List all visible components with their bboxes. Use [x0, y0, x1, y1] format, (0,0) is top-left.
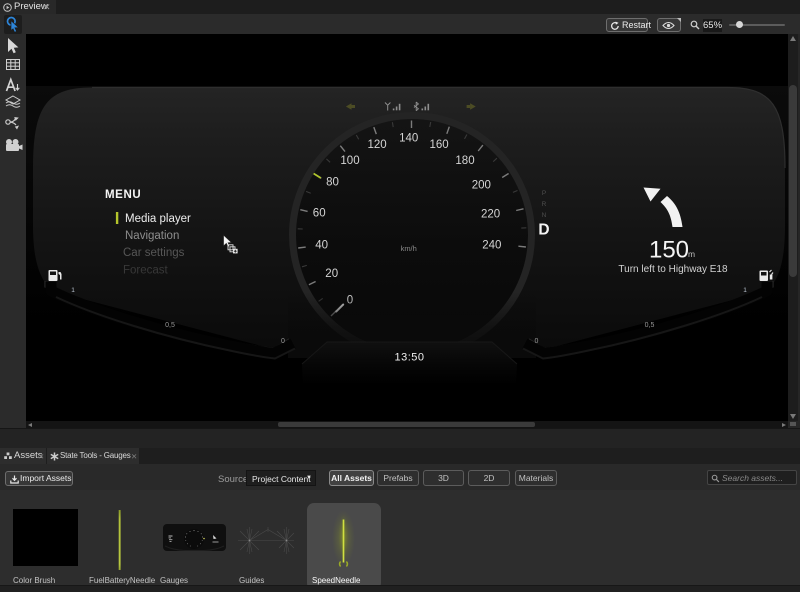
svg-text:0: 0 [281, 338, 285, 345]
svg-text:Car settings: Car settings [123, 247, 185, 259]
svg-text:140: 140 [399, 133, 418, 145]
svg-text:60: 60 [313, 207, 326, 219]
svg-text:R: R [542, 201, 547, 208]
svg-text:120: 120 [368, 139, 387, 151]
svg-text:80: 80 [326, 177, 339, 189]
svg-text:Navigation: Navigation [125, 230, 179, 242]
svg-text:D: D [538, 222, 549, 239]
svg-text:MENU: MENU [105, 189, 141, 201]
svg-text:P: P [542, 190, 546, 197]
svg-text:km/h: km/h [401, 244, 417, 253]
svg-text:180: 180 [455, 155, 474, 167]
svg-text:Media player: Media player [125, 213, 191, 225]
svg-text:0,5: 0,5 [165, 322, 175, 329]
svg-text:20: 20 [325, 268, 338, 280]
svg-text:40: 40 [315, 239, 328, 251]
svg-text:240: 240 [482, 239, 501, 251]
svg-text:Forecast: Forecast [123, 265, 169, 277]
svg-text:200: 200 [472, 180, 491, 192]
svg-text:150: 150 [649, 237, 689, 264]
svg-text:13:50: 13:50 [394, 352, 424, 364]
svg-text:1: 1 [71, 287, 75, 294]
svg-text:0: 0 [535, 338, 539, 345]
svg-text:N: N [542, 212, 547, 219]
svg-text:Turn left to Highway E18: Turn left to Highway E18 [618, 264, 728, 275]
svg-text:m: m [688, 249, 695, 259]
svg-text:1: 1 [743, 287, 747, 294]
svg-text:220: 220 [481, 209, 500, 221]
svg-text:100: 100 [340, 155, 359, 167]
svg-text:0,5: 0,5 [645, 322, 655, 329]
svg-text:160: 160 [430, 139, 449, 151]
